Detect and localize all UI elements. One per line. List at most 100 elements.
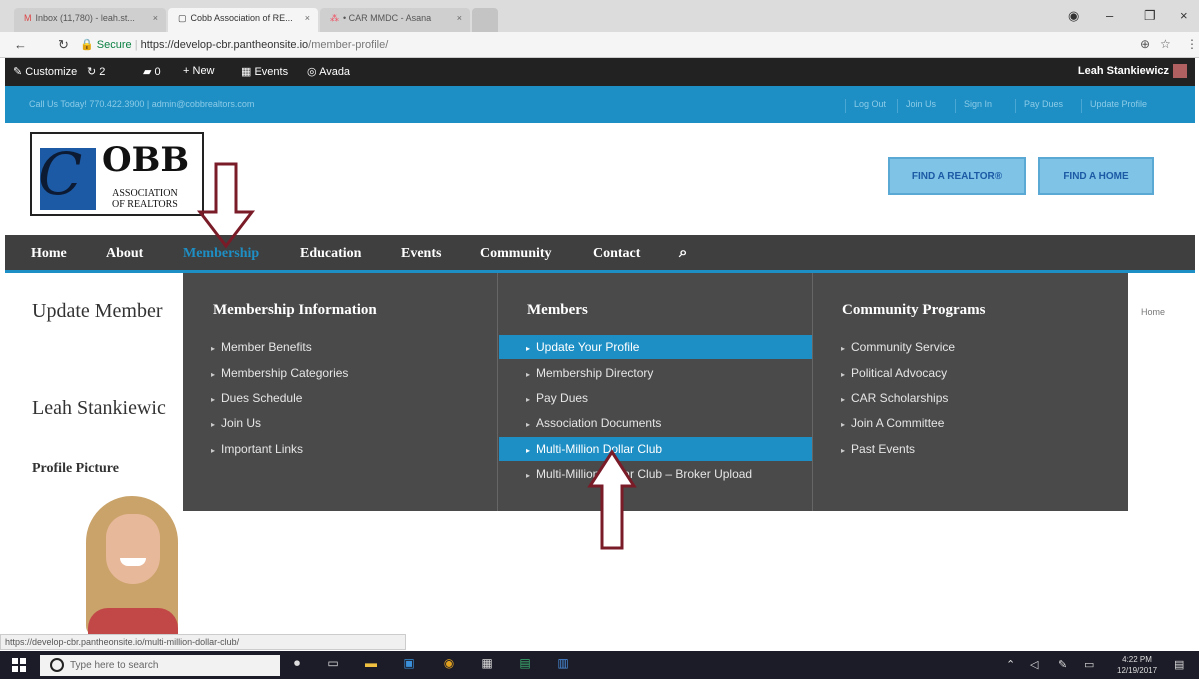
volume-icon[interactable]: ◁ [1030,658,1038,671]
page-icon: ▢ [178,13,187,23]
photo-face [106,514,160,584]
menu-dots-icon[interactable]: ⋮ [1186,37,1198,51]
nav-education[interactable]: Education [300,246,361,262]
up-arrow-annotation [587,449,637,550]
tab-inbox[interactable]: M Inbox (11,780) - leah.st... × [14,8,166,32]
logo-obb: OBB [102,140,190,180]
link-pay-dues[interactable]: Pay Dues [1015,99,1063,113]
tab-asana[interactable]: ⁂ • CAR MMDC - Asana × [320,8,470,32]
profile-icon[interactable]: ◉ [1068,8,1079,24]
menu-item-important-links[interactable]: ▸ Important Links [211,437,303,461]
profile-picture-label: Profile Picture [32,461,119,476]
windows-taskbar: Type here to search ⏺ ▭ ▬ ▣ ◉ ▦ ▤ ▥ ⌃ ◁ … [0,651,1199,679]
link-sign-in[interactable]: Sign In [955,99,992,113]
admin-events[interactable]: ▦ Events [241,65,288,78]
secure-label: Secure [96,39,132,51]
menu-item-join-a-committee[interactable]: ▸ Join A Committee [841,411,944,435]
bullet-icon: ▸ [211,446,216,455]
nav-events[interactable]: Events [401,246,441,262]
bullet-icon: ▸ [841,370,846,379]
menu-item-pay-dues[interactable]: ▸ Pay Dues [526,386,588,410]
pen-icon[interactable]: ✎ [1058,658,1067,671]
back-icon[interactable]: ← [14,37,27,52]
menu-item-member-benefits[interactable]: ▸ Member Benefits [211,335,312,359]
url-path: /member-profile/ [308,39,389,51]
menu-item-mmdc-broker-upload[interactable]: ▸ Multi-Million Dollar Club – Broker Uplo… [526,462,752,486]
bookmark-star-icon[interactable]: ☆ [1160,37,1171,51]
admin-user[interactable]: Leah Stankiewicz [1078,64,1187,78]
nav-home[interactable]: Home [31,246,67,262]
main-nav: Home About Membership Education Events C… [5,235,1195,273]
reload-icon[interactable]: ↻ [58,37,69,53]
restore-icon[interactable]: ❐ [1144,8,1156,24]
menu-item-dues-schedule[interactable]: ▸ Dues Schedule [211,386,302,410]
bullet-icon: ▸ [211,395,216,404]
chrome-icon[interactable]: ◉ [440,656,458,674]
close-icon[interactable]: × [153,13,158,23]
url-host: https://develop-cbr.pantheonsite.io [140,39,309,51]
admin-avada[interactable]: ◎ Avada [307,65,350,78]
refresh-icon: ↻ [87,66,97,78]
link-update-profile[interactable]: Update Profile [1081,99,1147,113]
admin-new[interactable]: + New [183,65,215,77]
nav-community[interactable]: Community [480,246,552,262]
link-log-out[interactable]: Log Out [845,99,886,113]
minimize-icon[interactable]: – [1106,8,1113,23]
plus-icon: + [183,65,190,77]
menu-column-community-programs: Community Programs ▸ Community Service ▸ P… [812,273,1128,511]
taskbar-clock[interactable]: 4:22 PM 12/19/2017 [1117,654,1157,676]
clock-date: 12/19/2017 [1117,666,1158,675]
close-window-icon[interactable]: × [1180,8,1188,23]
find-a-realtor-button[interactable]: FIND A REALTOR® [888,157,1026,195]
new-tab-button[interactable] [472,8,498,32]
task-view-icon[interactable]: ▭ [324,656,342,674]
menu-item-membership-categories[interactable]: ▸ Membership Categories [211,361,348,385]
cortana-icon [50,658,64,672]
menu-item-multi-million-dollar-club[interactable]: ▸ Multi-Million Dollar Club [499,437,812,461]
breadcrumb[interactable]: Home [1141,307,1165,317]
nav-contact[interactable]: Contact [593,246,640,262]
url-field[interactable]: 🔒 Secure | https://develop-cbr.pantheons… [80,35,1110,55]
menu-item-community-service[interactable]: ▸ Community Service [841,335,955,359]
word-icon[interactable]: ▥ [554,656,572,674]
zoom-icon[interactable]: ⊕ [1140,37,1150,51]
menu-item-political-advocacy[interactable]: ▸ Political Advocacy [841,361,947,385]
windows-start-icon[interactable] [12,658,26,672]
profile-photo [78,496,188,636]
menu-item-update-your-profile[interactable]: ▸ Update Your Profile [499,335,812,359]
find-a-home-button[interactable]: FIND A HOME [1038,157,1154,195]
taskbar-search[interactable]: Type here to search [40,655,280,676]
keyboard-icon[interactable]: ▭ [1084,658,1094,671]
close-icon[interactable]: × [457,13,462,23]
nav-about[interactable]: About [106,246,143,262]
photo-smile [120,558,146,566]
menu-item-car-scholarships[interactable]: ▸ CAR Scholarships [841,386,948,410]
admin-updates[interactable]: ↻ 2 [87,65,105,78]
notification-icon[interactable]: ▤ [1174,658,1184,671]
bullet-icon: ▸ [526,420,531,429]
menu-item-association-documents[interactable]: ▸ Association Documents [526,411,661,435]
search-icon[interactable]: ⌕ [679,244,687,261]
admin-comments[interactable]: ▰ 0 [143,65,161,78]
microphone-icon[interactable]: ⏺ [288,656,306,674]
menu-heading: Community Programs [842,302,986,318]
file-explorer-icon[interactable]: ▬ [362,656,380,674]
tab-title: Cobb Association of RE... [190,13,293,23]
tray-chevron-icon[interactable]: ⌃ [1006,658,1015,671]
store-icon[interactable]: ▣ [400,656,418,674]
admin-customize[interactable]: ✎ Customize [13,65,77,78]
tab-cobb[interactable]: ▢ Cobb Association of RE... × [168,8,318,32]
close-icon[interactable]: × [305,13,310,23]
excel-icon[interactable]: ▤ [516,656,534,674]
link-join-us[interactable]: Join Us [897,99,936,113]
calculator-icon[interactable]: ▦ [478,656,496,674]
bullet-icon: ▸ [526,395,531,404]
bullet-icon: ▸ [211,420,216,429]
browser-tab-bar: M Inbox (11,780) - leah.st... × ▢ Cobb Ass… [0,0,1199,32]
membership-mega-menu: Membership Information ▸ Member Benefits … [183,273,1128,511]
menu-item-join-us[interactable]: ▸ Join Us [211,411,261,435]
menu-item-membership-directory[interactable]: ▸ Membership Directory [526,361,653,385]
site-logo[interactable]: C OBB ASSOCIATION OF REALTORS [30,132,204,216]
menu-item-past-events[interactable]: ▸ Past Events [841,437,915,461]
bullet-icon: ▸ [841,446,846,455]
